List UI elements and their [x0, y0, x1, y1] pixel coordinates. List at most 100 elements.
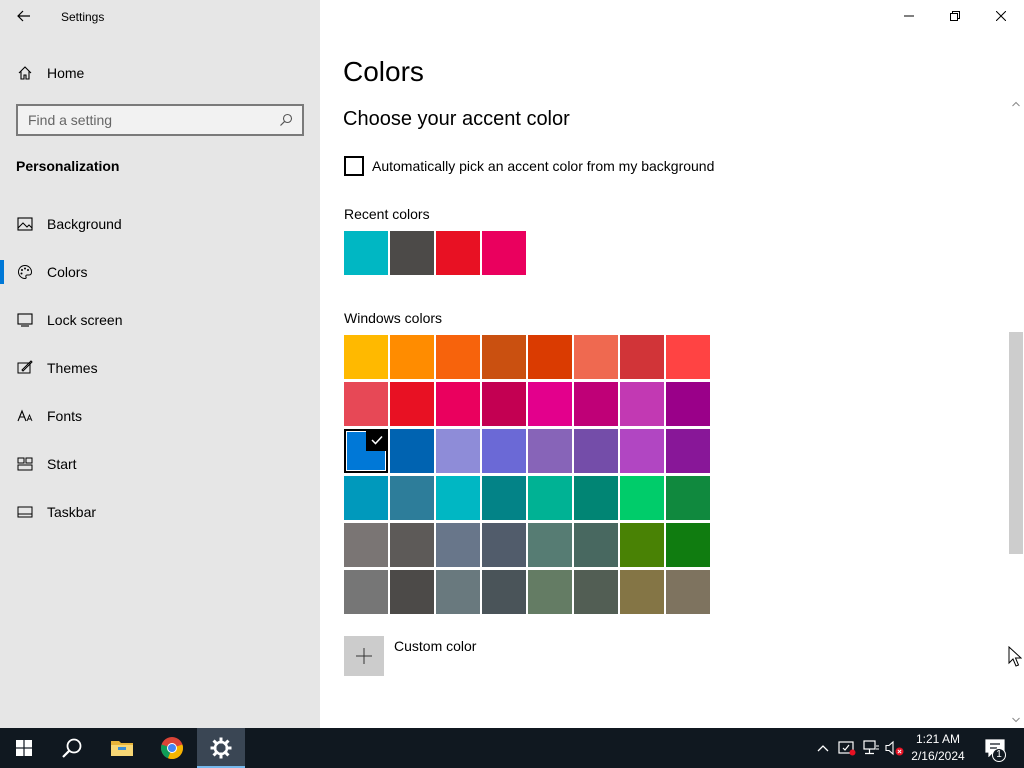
color-swatch[interactable]: [666, 570, 710, 614]
color-swatch[interactable]: [666, 382, 710, 426]
color-swatch[interactable]: [344, 382, 388, 426]
start-button[interactable]: [0, 728, 48, 768]
restore-button[interactable]: [932, 0, 978, 32]
taskbar-settings[interactable]: [197, 728, 245, 768]
color-swatch[interactable]: [574, 523, 618, 567]
search-input[interactable]: Find a setting: [16, 104, 304, 136]
sidebar-item-background[interactable]: Background: [0, 200, 320, 248]
sidebar-item-themes[interactable]: Themes: [0, 344, 320, 392]
color-swatch[interactable]: [620, 476, 664, 520]
back-button[interactable]: [10, 4, 38, 28]
color-swatch[interactable]: [666, 335, 710, 379]
color-swatch[interactable]: [344, 476, 388, 520]
taskbar-clock[interactable]: 1:21 AM 2/16/2024: [906, 731, 970, 765]
color-swatch[interactable]: [390, 570, 434, 614]
taskbar-icon: [16, 503, 34, 521]
close-button[interactable]: [978, 0, 1024, 32]
color-swatch[interactable]: [436, 523, 480, 567]
recent-colors-row: [344, 231, 526, 275]
color-swatch[interactable]: [528, 523, 572, 567]
sidebar-item-colors[interactable]: Colors: [0, 248, 320, 296]
color-swatch[interactable]: [390, 523, 434, 567]
scroll-down-button[interactable]: [1008, 712, 1024, 728]
sidebar-item-lock-screen[interactable]: Lock screen: [0, 296, 320, 344]
recent-color-swatch[interactable]: [436, 231, 480, 275]
security-warning-icon: [838, 741, 856, 756]
checkbox[interactable]: [344, 156, 364, 176]
scroll-thumb[interactable]: [1009, 332, 1023, 554]
chrome-icon: [161, 737, 183, 760]
color-swatch[interactable]: [528, 429, 572, 473]
color-swatch[interactable]: [666, 429, 710, 473]
tray-network-button[interactable]: [861, 738, 881, 758]
volume-muted-icon: [885, 740, 904, 756]
auto-pick-accent-checkbox[interactable]: Automatically pick an accent color from …: [344, 156, 714, 176]
sidebar-item-taskbar[interactable]: Taskbar: [0, 488, 320, 536]
color-swatch[interactable]: [620, 570, 664, 614]
color-swatch[interactable]: [390, 429, 434, 473]
recent-color-swatch[interactable]: [482, 231, 526, 275]
folder-icon: [111, 741, 133, 756]
color-swatch[interactable]: [344, 570, 388, 614]
color-swatch[interactable]: [482, 570, 526, 614]
color-swatch[interactable]: [528, 382, 572, 426]
color-swatch[interactable]: [482, 476, 526, 520]
color-swatch[interactable]: [528, 476, 572, 520]
color-swatch-selected[interactable]: [344, 429, 388, 473]
color-swatch[interactable]: [436, 335, 480, 379]
custom-color-plus[interactable]: [344, 636, 384, 676]
taskbar-file-explorer[interactable]: [98, 728, 146, 768]
recent-color-swatch[interactable]: [344, 231, 388, 275]
minimize-button[interactable]: [886, 0, 932, 32]
color-swatch[interactable]: [574, 382, 618, 426]
color-swatch[interactable]: [390, 382, 434, 426]
color-swatch[interactable]: [620, 335, 664, 379]
clock-date: 2/16/2024: [911, 749, 965, 763]
color-swatch[interactable]: [666, 523, 710, 567]
image-icon: [16, 215, 34, 233]
sidebar-item-fonts[interactable]: Fonts: [0, 392, 320, 440]
color-swatch[interactable]: [574, 476, 618, 520]
color-swatch[interactable]: [666, 476, 710, 520]
color-swatch[interactable]: [344, 523, 388, 567]
taskbar-chrome[interactable]: [148, 728, 196, 768]
home-nav-item[interactable]: Home: [0, 56, 320, 90]
color-swatch[interactable]: [574, 429, 618, 473]
color-swatch[interactable]: [528, 335, 572, 379]
custom-color-button[interactable]: Custom color: [344, 636, 476, 676]
color-swatch[interactable]: [436, 382, 480, 426]
color-swatch[interactable]: [574, 570, 618, 614]
tray-security-icon-button[interactable]: [837, 738, 857, 758]
sidebar-item-label: Lock screen: [47, 312, 123, 328]
sidebar-item-start[interactable]: Start: [0, 440, 320, 488]
color-swatch[interactable]: [574, 335, 618, 379]
color-swatch[interactable]: [390, 476, 434, 520]
chevron-up-icon: [817, 745, 829, 752]
search-icon: [62, 738, 82, 758]
color-swatch[interactable]: [436, 476, 480, 520]
gear-icon: [210, 737, 232, 759]
sidebar-item-label: Colors: [47, 264, 88, 280]
plus-icon: [356, 648, 372, 664]
auto-pick-label: Automatically pick an accent color from …: [372, 158, 715, 174]
color-swatch[interactable]: [620, 429, 664, 473]
color-swatch[interactable]: [390, 335, 434, 379]
tray-volume-button[interactable]: [885, 738, 905, 758]
vertical-scrollbar[interactable]: [1008, 96, 1024, 728]
color-swatch[interactable]: [344, 335, 388, 379]
color-swatch[interactable]: [482, 429, 526, 473]
color-swatch[interactable]: [620, 523, 664, 567]
chevron-down-icon: [1012, 717, 1020, 723]
recent-color-swatch[interactable]: [390, 231, 434, 275]
show-hidden-icons-button[interactable]: [813, 738, 833, 758]
scroll-up-button[interactable]: [1008, 96, 1024, 112]
color-swatch[interactable]: [436, 429, 480, 473]
color-swatch[interactable]: [620, 382, 664, 426]
color-swatch[interactable]: [436, 570, 480, 614]
color-swatch[interactable]: [528, 570, 572, 614]
taskbar-search-button[interactable]: [48, 728, 96, 768]
color-swatch[interactable]: [482, 335, 526, 379]
color-swatch[interactable]: [482, 523, 526, 567]
app-title: Settings: [61, 10, 105, 24]
color-swatch[interactable]: [482, 382, 526, 426]
